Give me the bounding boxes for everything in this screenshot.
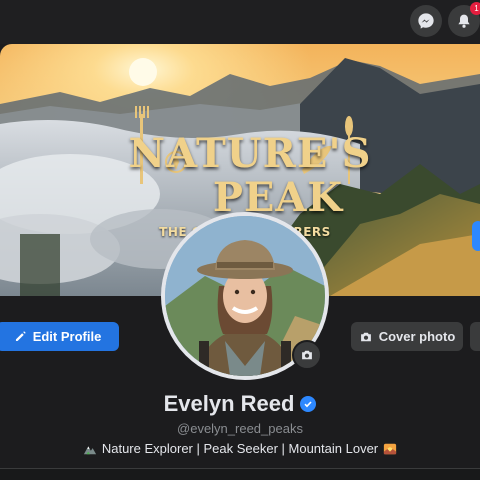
profile-bio: Nature Explorer | Peak Seeker | Mountain… xyxy=(0,441,480,456)
bell-icon xyxy=(458,14,470,28)
notifications-button[interactable]: 1 xyxy=(448,2,480,37)
sunrise-icon xyxy=(384,443,397,454)
cover-side-button[interactable] xyxy=(472,221,480,251)
messenger-button[interactable] xyxy=(410,5,442,37)
pencil-icon xyxy=(15,331,26,342)
more-options-button[interactable] xyxy=(470,322,480,351)
profile-handle: @evelyn_reed_peaks xyxy=(177,421,303,436)
mountain-icon xyxy=(83,445,96,454)
verified-badge-icon xyxy=(300,396,317,412)
messenger-icon xyxy=(418,13,434,29)
cover-title-line2: PEAK xyxy=(212,174,344,221)
camera-icon xyxy=(360,332,371,341)
cover-title-line1: NATURE'S xyxy=(128,130,372,177)
camera-icon xyxy=(302,350,312,360)
top-bar: 1 xyxy=(0,0,480,44)
notification-badge: 1 xyxy=(470,2,480,15)
edit-profile-label: Edit Profile xyxy=(32,329,102,344)
cover-photo-label: Cover photo xyxy=(378,329,456,344)
profile-bio-text: Nature Explorer | Peak Seeker | Mountain… xyxy=(101,441,379,456)
profile-name-row: Evelyn Reed xyxy=(0,391,480,417)
change-avatar-button[interactable] xyxy=(292,340,322,370)
profile-tabs-strip xyxy=(0,469,480,480)
profile-name: Evelyn Reed xyxy=(163,391,295,416)
cover-photo-button[interactable]: Cover photo xyxy=(351,322,463,351)
edit-profile-button[interactable]: Edit Profile xyxy=(0,322,119,351)
